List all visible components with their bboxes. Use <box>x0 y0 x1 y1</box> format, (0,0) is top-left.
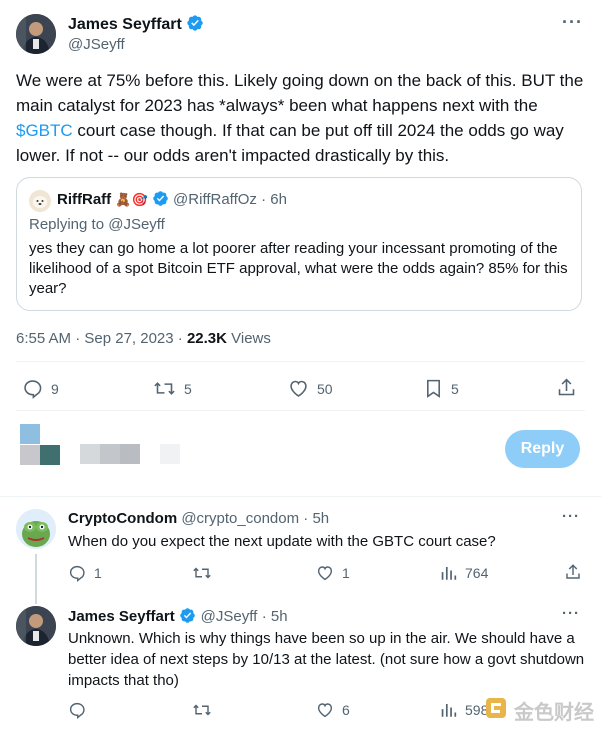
divider <box>0 496 601 497</box>
quoted-author-emojis: 🧸🎯 <box>115 192 148 207</box>
reply-action[interactable]: 1 <box>68 564 102 582</box>
reply-time[interactable]: · 5h <box>303 510 329 527</box>
quoted-author-handle: @RiffRaffOz <box>173 191 257 208</box>
watermark-text: 金色财经 <box>514 702 594 724</box>
views-count: 22.3K <box>186 330 227 347</box>
author-handle[interactable]: @JSeyff <box>68 36 125 53</box>
reply-count: 9 <box>51 380 59 397</box>
watermark: 金色财经 <box>484 696 594 725</box>
like-action[interactable]: 1 <box>316 564 350 582</box>
views-action[interactable]: 598 <box>440 701 488 719</box>
tweet-timestamp[interactable]: 6:55 AM · Sep 27, 2023 · <box>16 330 187 347</box>
quoted-author-name: RiffRaff <box>57 191 112 208</box>
bookmark-icon <box>424 378 443 399</box>
reply-action[interactable] <box>68 701 94 719</box>
author-name[interactable]: James Seyffart <box>68 16 182 33</box>
reply-author-name[interactable]: CryptoCondom <box>68 510 177 527</box>
tweet-text: We were at 75% before this. Likely going… <box>16 68 588 168</box>
quoted-tweet[interactable]: RiffRaff 🧸🎯 @RiffRaffOz · 6h Replying to… <box>16 177 582 311</box>
share-action[interactable] <box>564 563 582 581</box>
composer-avatar <box>18 424 63 466</box>
retweet-icon <box>192 564 212 582</box>
retweet-action[interactable]: 5 <box>153 378 192 399</box>
verified-badge-icon <box>186 14 204 37</box>
reply-author-handle[interactable]: @crypto_condom <box>181 510 299 527</box>
author-avatar[interactable] <box>16 14 56 54</box>
retweet-action[interactable] <box>192 564 220 582</box>
quoted-author-avatar <box>29 190 51 212</box>
reply-author-line: CryptoCondom @crypto_condom · 5h <box>68 510 329 527</box>
like-count: 50 <box>317 380 333 397</box>
views-count: 764 <box>465 565 489 581</box>
reply-button[interactable]: Reply <box>505 430 580 468</box>
tweet-meta: 6:55 AM · Sep 27, 2023 · 22.3K Views <box>16 330 271 347</box>
bookmark-count: 5 <box>451 380 459 397</box>
share-action[interactable] <box>556 377 577 398</box>
quoted-time: · 6h <box>261 191 287 208</box>
thread-line <box>35 554 37 604</box>
more-options-icon[interactable]: ··· <box>562 508 580 525</box>
author-line: James Seyffart <box>68 14 204 37</box>
share-icon <box>556 377 577 398</box>
divider <box>16 410 585 411</box>
watermark-logo-icon <box>484 696 508 725</box>
heart-icon <box>288 378 309 399</box>
reply-action[interactable]: 9 <box>22 378 59 399</box>
tweet-text-post: court case though. If that can be put of… <box>16 121 564 165</box>
reply-text: Unknown. Which is why things have been s… <box>68 630 585 689</box>
quoted-author-line: RiffRaff 🧸🎯 @RiffRaffOz · 6h <box>57 190 287 211</box>
reply-author-line: James Seyffart @JSeyff · 5h <box>68 607 288 629</box>
retweet-icon <box>153 378 176 399</box>
quoted-text: yes they can go home a lot poorer after … <box>29 240 568 297</box>
divider <box>16 361 585 362</box>
views-label: Views <box>226 330 271 347</box>
quoted-replying-to: Replying to @JSeyff <box>29 216 165 233</box>
like-action[interactable]: 6 <box>316 701 350 719</box>
reply-author-avatar[interactable] <box>16 606 56 646</box>
composer-placeholder[interactable] <box>80 444 180 464</box>
retweet-action[interactable] <box>192 701 220 719</box>
reply-author-avatar[interactable] <box>16 509 56 549</box>
reply-time[interactable]: · 5h <box>262 608 288 625</box>
reply-count: 1 <box>94 565 102 581</box>
more-options-icon[interactable]: ··· <box>562 605 580 622</box>
reply-author-name[interactable]: James Seyffart <box>68 608 175 625</box>
like-count: 1 <box>342 565 350 581</box>
views-chart-icon <box>440 564 457 582</box>
reply-icon <box>68 564 86 582</box>
views-chart-icon <box>440 701 457 719</box>
share-icon <box>564 563 582 581</box>
like-action[interactable]: 50 <box>288 378 333 399</box>
quoted-verified-badge-icon <box>152 190 169 211</box>
retweet-count: 5 <box>184 380 192 397</box>
reply-author-handle[interactable]: @JSeyff <box>201 608 258 625</box>
heart-icon <box>316 701 334 719</box>
verified-badge-icon <box>179 607 196 629</box>
heart-icon <box>316 564 334 582</box>
cashtag-link[interactable]: $GBTC <box>16 121 73 140</box>
reply-text: When do you expect the next update with … <box>68 533 496 550</box>
more-options-icon[interactable]: ··· <box>562 12 583 33</box>
bookmark-action[interactable]: 5 <box>424 378 459 399</box>
retweet-icon <box>192 701 212 719</box>
reply-icon <box>22 378 43 399</box>
views-action[interactable]: 764 <box>440 564 488 582</box>
tweet-text-pre: We were at 75% before this. Likely going… <box>16 71 584 115</box>
reply-icon <box>68 701 86 719</box>
like-count: 6 <box>342 702 350 718</box>
